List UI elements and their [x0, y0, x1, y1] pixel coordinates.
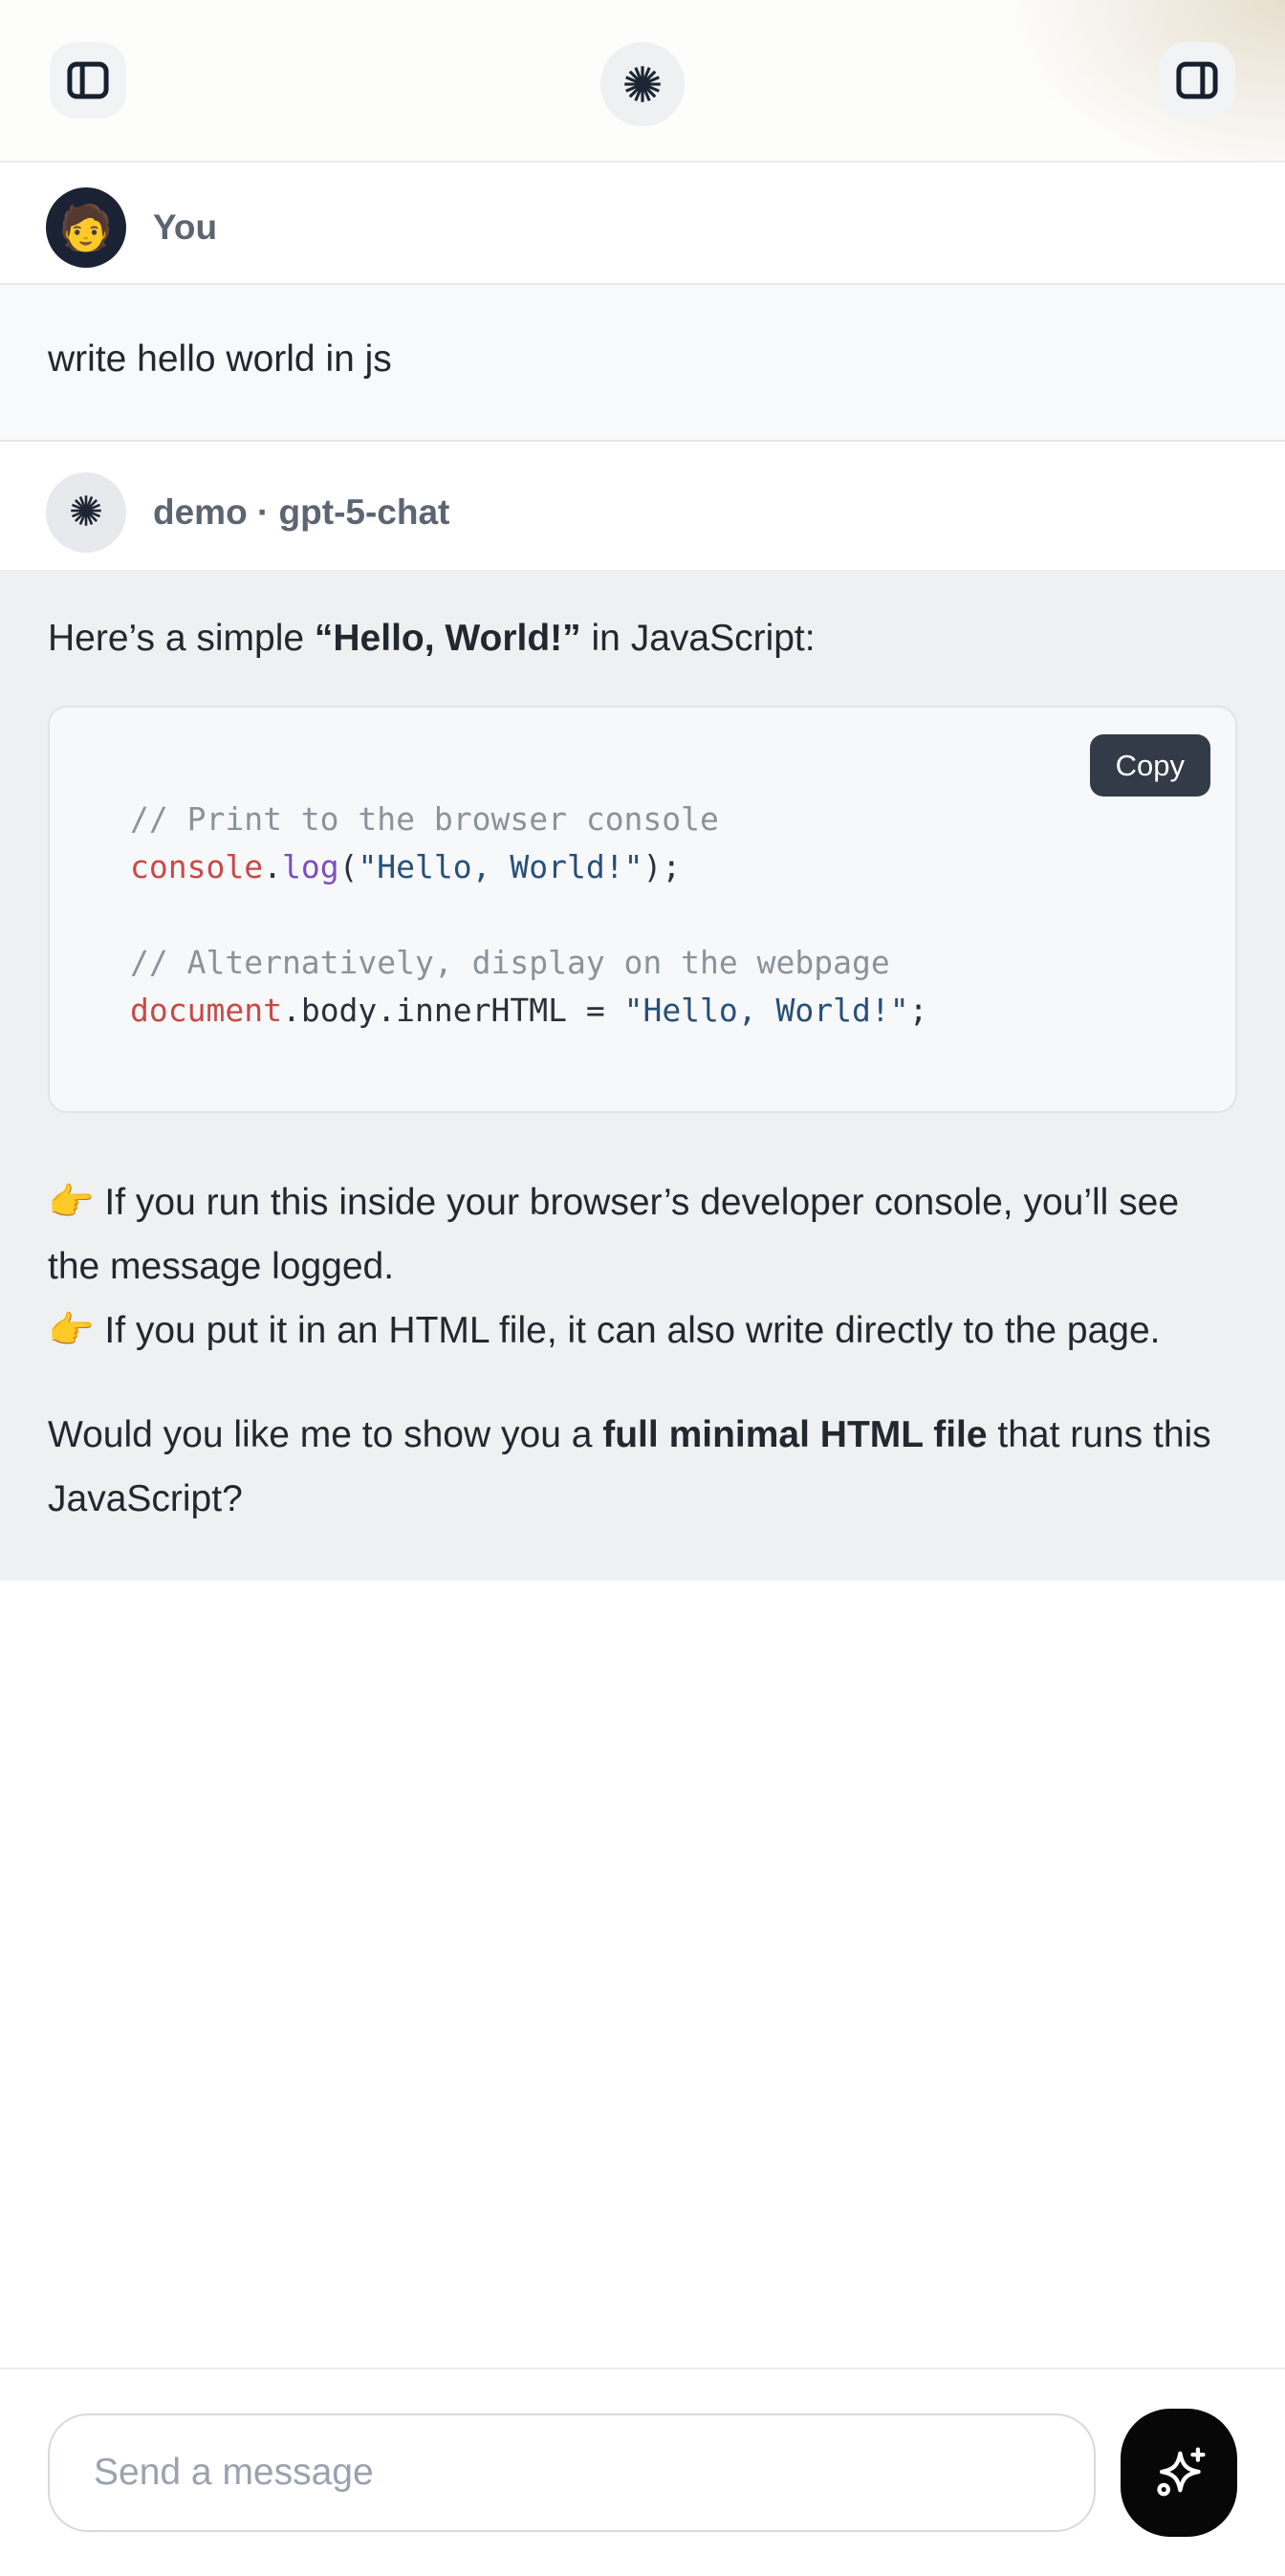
send-button[interactable]	[1121, 2409, 1237, 2537]
starburst-logo-icon	[619, 60, 666, 108]
person-emoji: 🧑	[58, 206, 113, 250]
top-toolbar	[0, 0, 1285, 163]
assistant-message-header: demo · gpt-5-chat	[0, 442, 1285, 570]
assistant-avatar	[46, 472, 126, 553]
message-input[interactable]	[48, 2413, 1096, 2532]
user-message-bubble: write hello world in js	[0, 283, 1285, 442]
code-content: // Print to the browser consoleconsole.l…	[130, 796, 1205, 1035]
assistant-followup-text: Would you like me to show you a full min…	[48, 1403, 1237, 1531]
assistant-author-label: demo · gpt-5-chat	[153, 492, 449, 533]
assistant-tips-text: 👉 If you run this inside your browser’s …	[48, 1170, 1237, 1363]
assistant-message-bubble: Here’s a simple “Hello, World!” in JavaS…	[0, 570, 1285, 1581]
empty-scroll-area	[0, 1581, 1285, 2368]
user-author-label: You	[153, 207, 217, 248]
chat-thread: 🧑 You write hello world in js	[0, 163, 1285, 1581]
starburst-avatar-icon	[66, 491, 106, 535]
left-sidebar-toggle-button[interactable]	[50, 42, 126, 119]
app-logo-button[interactable]	[600, 42, 685, 126]
code-block: Copy // Print to the browser consolecons…	[48, 706, 1237, 1113]
panel-left-icon	[63, 55, 113, 105]
copy-code-button[interactable]: Copy	[1090, 734, 1210, 797]
panel-right-icon	[1172, 55, 1222, 105]
user-message-header: 🧑 You	[0, 163, 1285, 283]
assistant-intro-text: Here’s a simple “Hello, World!” in JavaS…	[48, 612, 1237, 666]
sparkle-icon	[1147, 2440, 1210, 2506]
message-composer	[0, 2368, 1285, 2576]
user-avatar: 🧑	[46, 187, 126, 268]
right-panel-toggle-button[interactable]	[1159, 42, 1235, 119]
user-message-text: write hello world in js	[48, 338, 392, 380]
